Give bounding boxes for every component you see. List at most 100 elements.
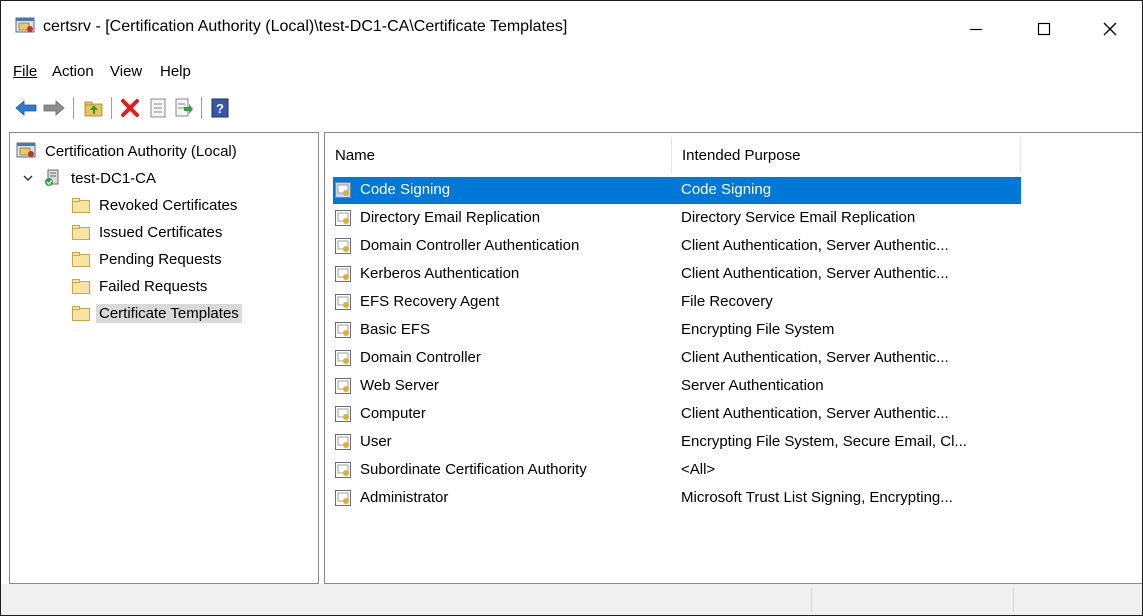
cell-purpose: Client Authentication, Server Authentic.… <box>681 349 949 366</box>
tree-root[interactable]: Certification Authority (Local) <box>16 139 240 163</box>
table-row[interactable]: Computer Client Authentication, Server A… <box>333 401 1021 428</box>
cell-purpose: Client Authentication, Server Authentic.… <box>681 265 949 282</box>
minimize-button[interactable] <box>945 1 1007 57</box>
tree-item-issued[interactable]: Issued Certificates <box>72 220 225 244</box>
cell-purpose: Microsoft Trust List Signing, Encrypting… <box>681 489 953 506</box>
delete-button[interactable] <box>117 95 143 121</box>
help-icon: ? <box>211 98 229 118</box>
tree-item-pending[interactable]: Pending Requests <box>72 247 225 271</box>
certification-authority-icon <box>16 142 36 158</box>
menu-help-label: Help <box>160 63 191 80</box>
export-list-button[interactable] <box>171 95 197 121</box>
tree-node-ca[interactable]: test-DC1-CA <box>22 166 159 190</box>
column-divider[interactable] <box>1020 137 1021 173</box>
tree-item-label: Revoked Certificates <box>99 196 238 214</box>
cell-name: Code Signing <box>360 181 451 198</box>
results-list-pane[interactable]: Name Intended Purpose Code Signing Code … <box>324 132 1142 584</box>
maximize-button[interactable] <box>1013 1 1075 57</box>
certificate-template-icon <box>335 490 351 506</box>
cell-purpose: Encrypting File System, Secure Email, Cl… <box>681 433 967 450</box>
cell-name: Computer <box>360 405 426 422</box>
cell-name: Basic EFS <box>360 321 431 338</box>
column-header-purpose[interactable]: Intended Purpose <box>672 133 1020 177</box>
menu-file-label: File <box>13 63 38 80</box>
cell-purpose: File Recovery <box>681 293 773 310</box>
toolbar-separator <box>201 97 202 119</box>
forward-arrow-icon <box>43 100 65 116</box>
table-row[interactable]: Directory Email Replication Directory Se… <box>333 205 1021 232</box>
folder-icon <box>72 251 90 267</box>
certificate-template-icon <box>335 322 351 338</box>
table-row[interactable]: EFS Recovery Agent File Recovery <box>333 289 1021 316</box>
help-button[interactable]: ? <box>207 95 233 121</box>
table-row[interactable]: Code Signing Code Signing <box>333 177 1021 204</box>
certificate-template-icon <box>335 462 351 478</box>
up-level-button[interactable] <box>81 95 107 121</box>
column-header-name[interactable]: Name <box>325 133 671 177</box>
console-tree-pane[interactable]: Certification Authority (Local) test-DC1… <box>9 132 319 584</box>
delete-icon <box>121 99 139 117</box>
table-row[interactable]: Web Server Server Authentication <box>333 373 1021 400</box>
tree-item-label: Failed Requests <box>99 277 208 295</box>
certsrv-app-icon <box>15 17 35 33</box>
toolbar-separator <box>73 97 74 119</box>
close-button[interactable] <box>1079 1 1141 57</box>
certificate-template-icon <box>335 406 351 422</box>
certificate-template-icon <box>335 266 351 282</box>
close-icon <box>1103 22 1117 36</box>
tree-item-label: Pending Requests <box>99 250 222 268</box>
menu-file[interactable]: File <box>13 63 37 80</box>
table-row[interactable]: User Encrypting File System, Secure Emai… <box>333 429 1021 456</box>
certificate-template-icon <box>335 294 351 310</box>
certificate-template-icon <box>335 350 351 366</box>
folder-icon <box>72 197 90 213</box>
table-row[interactable]: Subordinate Certification Authority <All… <box>333 457 1021 484</box>
tree-item-label: Issued Certificates <box>99 223 223 241</box>
cell-name: EFS Recovery Agent <box>360 293 500 310</box>
cell-purpose: Client Authentication, Server Authentic.… <box>681 237 949 254</box>
cell-name: Web Server <box>360 377 439 394</box>
svg-text:?: ? <box>216 101 224 116</box>
menu-bar: File Action View Help <box>1 59 1142 87</box>
table-row[interactable]: Domain Controller Client Authentication,… <box>333 345 1021 372</box>
tree-item-failed[interactable]: Failed Requests <box>72 274 210 298</box>
back-button[interactable] <box>13 95 39 121</box>
table-row[interactable]: Kerberos Authentication Client Authentic… <box>333 261 1021 288</box>
properties-button[interactable] <box>145 95 171 121</box>
tree-item-revoked[interactable]: Revoked Certificates <box>72 193 240 217</box>
back-arrow-icon <box>15 100 37 116</box>
certificate-template-icon <box>335 434 351 450</box>
folder-icon <box>72 305 90 321</box>
table-row[interactable]: Administrator Microsoft Trust List Signi… <box>333 485 1021 512</box>
ca-server-icon <box>45 169 59 186</box>
properties-icon <box>150 98 166 118</box>
cell-name: User <box>360 433 392 450</box>
menu-view[interactable]: View <box>110 63 142 80</box>
cell-name: Directory Email Replication <box>360 209 541 226</box>
cell-name: Domain Controller <box>360 349 481 366</box>
cell-name: Subordinate Certification Authority <box>360 461 587 478</box>
cell-purpose: Server Authentication <box>681 377 824 394</box>
menu-action[interactable]: Action <box>52 63 94 80</box>
cell-purpose: Encrypting File System <box>681 321 835 338</box>
forward-button[interactable] <box>41 95 67 121</box>
menu-help[interactable]: Help <box>160 63 191 80</box>
status-bar-divider <box>1013 588 1014 612</box>
table-row[interactable]: Domain Controller Authentication Client … <box>333 233 1021 260</box>
certificate-template-icon <box>335 238 351 254</box>
mmc-window: certsrv - [Certification Authority (Loca… <box>0 0 1143 616</box>
minimize-icon <box>970 28 982 31</box>
chevron-down-icon[interactable] <box>22 172 34 184</box>
certificate-template-icon <box>335 378 351 394</box>
menu-view-label: View <box>110 63 143 80</box>
folder-icon <box>72 224 90 240</box>
cell-purpose: Client Authentication, Server Authentic.… <box>681 405 949 422</box>
cell-purpose: Code Signing <box>681 181 772 198</box>
column-header-purpose-label: Intended Purpose <box>682 146 801 164</box>
table-row[interactable]: Basic EFS Encrypting File System <box>333 317 1021 344</box>
cell-purpose: Directory Service Email Replication <box>681 209 916 226</box>
column-header-name-label: Name <box>335 146 376 164</box>
tree-node-ca-label: test-DC1-CA <box>71 169 157 187</box>
tree-item-certificate-templates[interactable]: Certificate Templates <box>72 301 242 325</box>
cell-purpose: <All> <box>681 461 716 478</box>
